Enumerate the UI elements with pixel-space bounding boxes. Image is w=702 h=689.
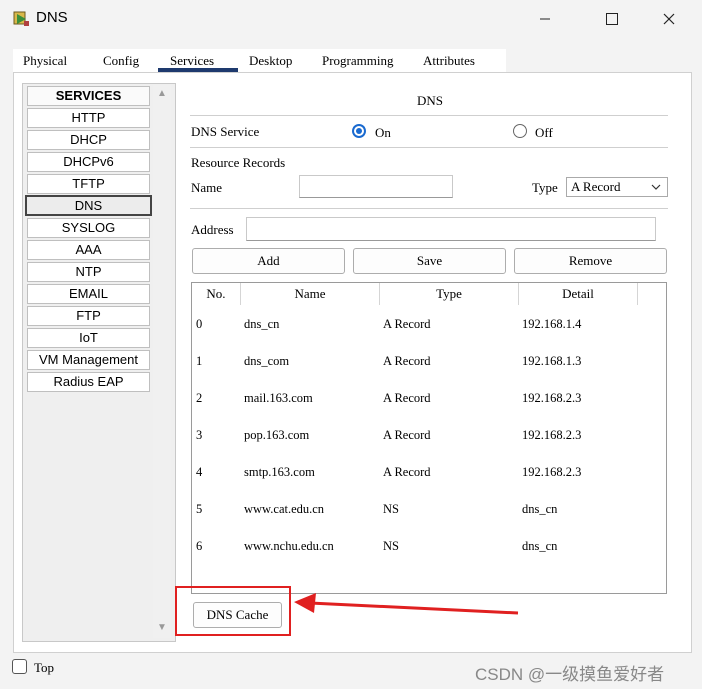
cell-no: 1 xyxy=(196,354,203,368)
dns-off-radio[interactable] xyxy=(513,124,527,138)
cell-name: www.cat.edu.cn xyxy=(244,502,325,516)
cell-detail: 192.168.2.3 xyxy=(522,428,582,442)
column-header-name[interactable]: Name xyxy=(241,283,380,305)
name-label: Name xyxy=(191,180,223,195)
chevron-down-icon xyxy=(651,184,661,190)
cell-name: dns_com xyxy=(244,354,290,368)
cell-detail: dns_cn xyxy=(522,502,558,516)
sidebar-item-aaa[interactable]: AAA xyxy=(27,240,150,260)
divider xyxy=(190,208,668,209)
sidebar-item-radius-eap[interactable]: Radius EAP xyxy=(27,372,150,392)
cell-type: A Record xyxy=(383,317,431,331)
cell-no: 2 xyxy=(196,391,203,405)
cell-type: A Record xyxy=(383,428,431,442)
dns-on-radio[interactable] xyxy=(352,124,366,138)
tab-desktop[interactable]: Desktop xyxy=(249,53,292,69)
cell-no: 3 xyxy=(196,428,203,442)
cell-name: smtp.163.com xyxy=(244,465,315,479)
cell-no: 0 xyxy=(196,317,203,331)
tab-services[interactable]: Services xyxy=(170,53,214,69)
name-input[interactable] xyxy=(299,175,453,198)
sidebar-item-ftp[interactable]: FTP xyxy=(27,306,150,326)
cell-name: pop.163.com xyxy=(244,428,310,442)
save-button[interactable]: Save xyxy=(353,248,506,274)
sidebar-item-dhcpv6[interactable]: DHCPv6 xyxy=(27,152,150,172)
maximize-icon xyxy=(606,13,618,25)
cell-type: A Record xyxy=(383,354,431,368)
tab-programming[interactable]: Programming xyxy=(322,53,394,69)
scroll-down-icon[interactable]: ▼ xyxy=(157,622,167,633)
sidebar-item-dns[interactable]: DNS xyxy=(25,195,152,216)
address-input[interactable] xyxy=(246,217,656,241)
cell-type: NS xyxy=(383,539,399,553)
close-icon xyxy=(663,13,675,25)
column-header-no[interactable]: No. xyxy=(192,283,241,305)
watermark: CSDN @一级摸鱼爱好者 xyxy=(475,665,665,684)
window-title: DNS xyxy=(36,9,68,26)
type-select[interactable]: A Record xyxy=(566,177,668,197)
type-select-value: A Record xyxy=(571,179,621,194)
sidebar-header: SERVICES xyxy=(27,86,150,106)
cell-type: NS xyxy=(383,502,399,516)
cell-no: 6 xyxy=(196,539,203,553)
minimize-button[interactable] xyxy=(522,4,568,34)
scroll-up-icon[interactable]: ▲ xyxy=(157,88,167,99)
resource-records-label: Resource Records xyxy=(191,155,286,170)
cell-type: A Record xyxy=(383,391,431,405)
dns-service-label: DNS Service xyxy=(191,124,260,139)
remove-button[interactable]: Remove xyxy=(514,248,667,274)
cell-name: mail.163.com xyxy=(244,391,313,405)
app-icon xyxy=(12,10,30,28)
sidebar-item-http[interactable]: HTTP xyxy=(27,108,150,128)
sidebar-item-tftp[interactable]: TFTP xyxy=(27,174,150,194)
cell-detail: 192.168.2.3 xyxy=(522,391,582,405)
type-label: Type xyxy=(532,180,558,195)
tab-config[interactable]: Config xyxy=(103,53,139,69)
annotation-arrow-icon xyxy=(294,593,519,615)
top-label: Top xyxy=(34,660,55,675)
dns-panel-title: DNS xyxy=(416,93,443,108)
column-header-type[interactable]: Type xyxy=(380,283,519,305)
annotation-highlight-box xyxy=(175,586,291,636)
sidebar-item-syslog[interactable]: SYSLOG xyxy=(27,218,150,238)
cell-detail: 192.168.1.3 xyxy=(522,354,582,368)
minimize-icon xyxy=(540,18,550,20)
cell-name: www.nchu.edu.cn xyxy=(244,539,334,553)
sidebar-item-email[interactable]: EMAIL xyxy=(27,284,150,304)
dns-on-label: On xyxy=(375,125,391,140)
sidebar-item-iot[interactable]: IoT xyxy=(27,328,150,348)
cell-detail: 192.168.1.4 xyxy=(522,317,582,331)
sidebar-item-vm-management[interactable]: VM Management xyxy=(27,350,150,370)
sidebar-scrollbar[interactable] xyxy=(153,85,171,638)
tab-physical[interactable]: Physical xyxy=(23,53,67,69)
cell-type: A Record xyxy=(383,465,431,479)
cell-detail: dns_cn xyxy=(522,539,558,553)
divider xyxy=(190,147,668,148)
divider xyxy=(190,115,668,116)
cell-detail: 192.168.2.3 xyxy=(522,465,582,479)
add-button[interactable]: Add xyxy=(192,248,345,274)
top-checkbox[interactable] xyxy=(12,659,27,674)
sidebar-item-ntp[interactable]: NTP xyxy=(27,262,150,282)
tab-strip: Physical Config Services Desktop Program… xyxy=(13,49,506,73)
cell-no: 4 xyxy=(196,465,203,479)
address-label: Address xyxy=(191,222,234,237)
tab-attributes[interactable]: Attributes xyxy=(423,53,475,69)
maximize-button[interactable] xyxy=(589,4,635,34)
column-header-detail[interactable]: Detail xyxy=(519,283,638,305)
close-button[interactable] xyxy=(646,4,692,34)
cell-name: dns_cn xyxy=(244,317,280,331)
sidebar-item-dhcp[interactable]: DHCP xyxy=(27,130,150,150)
dns-off-label: Off xyxy=(535,125,553,140)
cell-no: 5 xyxy=(196,502,203,516)
